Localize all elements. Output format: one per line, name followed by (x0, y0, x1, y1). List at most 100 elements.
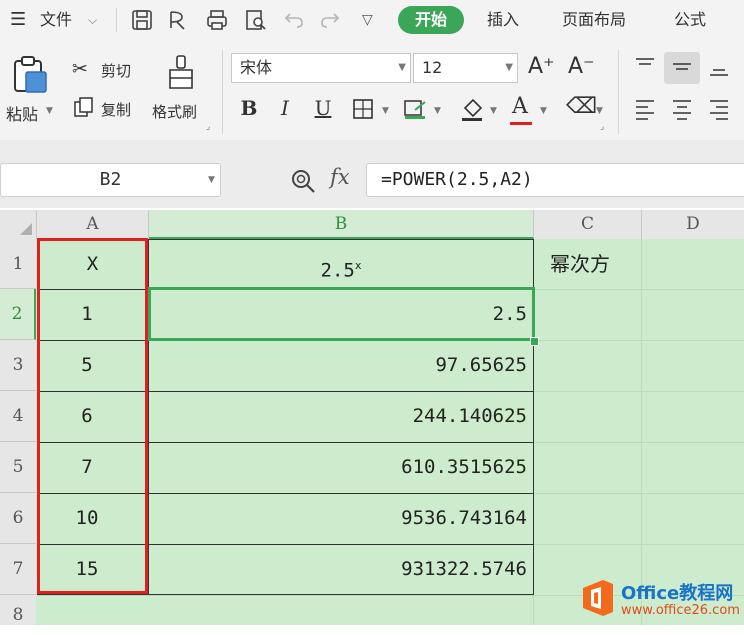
align-middle-icon (673, 63, 691, 70)
print-icon[interactable] (205, 8, 229, 32)
column-header-d[interactable]: D (642, 210, 744, 239)
gridline (534, 391, 744, 392)
formula-input[interactable]: =POWER(2.5,A2) (366, 163, 744, 197)
divider (618, 50, 619, 134)
fx-icon[interactable]: fx (330, 165, 350, 189)
paste-icon[interactable] (12, 56, 48, 94)
font-name-value: 宋体 (240, 58, 273, 77)
active-cell-outline (148, 287, 535, 341)
row-header-8[interactable]: 8 (0, 595, 36, 625)
gridline (533, 595, 534, 625)
fill-handle[interactable] (530, 337, 539, 346)
chevron-down-icon[interactable]: ▼ (490, 106, 497, 116)
menu-bar: ☰ 文件 ⌵ ▽ 开始 插入 页面布局 公式 (0, 0, 744, 40)
font-size-value: 12 (422, 58, 443, 77)
chevron-down-icon[interactable]: ▼ (505, 54, 513, 82)
align-bottom-icon[interactable] (708, 56, 730, 78)
cell-c1[interactable]: 幂次方 (550, 239, 640, 289)
chevron-down-icon[interactable]: ▼ (398, 54, 406, 82)
underline-button[interactable]: U (308, 93, 338, 123)
font-color-bar (510, 122, 532, 125)
cell-b4[interactable]: 244.140625 (149, 391, 533, 442)
cell-reference: B2 (99, 169, 122, 190)
tab-insert[interactable]: 插入 (487, 0, 519, 40)
ribbon: 粘贴 ▼ ✂ 剪切 复制 格式刷 ⌟ 宋体 ▼ 12 ▼ A⁺ A⁻ B I U… (0, 40, 744, 140)
divider (116, 8, 117, 32)
format-painter-icon[interactable] (166, 54, 196, 90)
bold-button[interactable]: B (234, 93, 264, 123)
chevron-down-icon[interactable]: ▼ (540, 106, 547, 116)
watermark: Office教程网 www.office26.com (577, 573, 743, 623)
chevron-down-icon[interactable]: ▼ (596, 106, 603, 116)
watermark-brand: Office教程网 (621, 583, 734, 604)
hamburger-icon[interactable]: ☰ (10, 0, 26, 40)
tab-formulas[interactable]: 公式 (674, 0, 706, 40)
gridline (534, 544, 744, 545)
fill-color-icon[interactable] (403, 98, 427, 120)
more-dropdown-icon[interactable]: ▽ (362, 0, 373, 40)
font-size-select[interactable]: 12 ▼ (413, 53, 518, 83)
name-box-dropdown-icon[interactable]: ▼ (208, 175, 215, 185)
eraser-icon[interactable]: ⌫ (566, 94, 597, 119)
borders-icon[interactable] (352, 98, 374, 120)
clipboard-launcher-icon[interactable]: ⌟ (206, 122, 210, 132)
decrease-font-button[interactable]: A⁻ (568, 54, 595, 79)
name-box[interactable]: B2 (0, 163, 221, 197)
bucket-fill-icon[interactable] (460, 96, 486, 122)
search-icon[interactable] (290, 168, 316, 194)
align-left-icon[interactable] (634, 98, 656, 120)
gridline (534, 340, 744, 341)
chevron-down-icon[interactable]: ▼ (382, 106, 389, 116)
select-all-corner[interactable] (0, 210, 37, 239)
save-icon[interactable] (130, 8, 154, 32)
redo-icon[interactable] (318, 8, 342, 32)
divider (222, 50, 223, 134)
format-painter-label[interactable]: 格式刷 (152, 101, 197, 122)
office-logo-icon (583, 580, 613, 616)
cell-b1[interactable]: 2.5x (149, 239, 533, 289)
gridline (534, 493, 744, 494)
cell-b5[interactable]: 610.3515625 (149, 442, 533, 493)
font-name-select[interactable]: 宋体 ▼ (231, 53, 411, 83)
align-center-icon[interactable] (671, 98, 693, 120)
row-header-1[interactable]: 1 (0, 239, 36, 289)
copy-label[interactable]: 复制 (101, 99, 131, 120)
align-top-icon[interactable] (634, 56, 656, 76)
cell-b6[interactable]: 9536.743164 (149, 493, 533, 544)
watermark-url: www.office26.com (621, 603, 740, 618)
row-header-3[interactable]: 3 (0, 340, 36, 391)
corner-triangle-icon (20, 223, 32, 235)
chevron-down-icon[interactable]: ▼ (434, 106, 441, 116)
align-middle-button[interactable] (664, 52, 700, 84)
cut-label[interactable]: 剪切 (101, 60, 131, 81)
gridline (534, 442, 744, 443)
increase-font-button[interactable]: A⁺ (528, 54, 555, 79)
cell-b1-base: 2.5 (320, 259, 355, 282)
row-header-5[interactable]: 5 (0, 442, 36, 493)
print-preview-icon[interactable] (244, 8, 268, 32)
italic-button[interactable]: I (270, 93, 300, 123)
tab-start[interactable]: 开始 (398, 6, 464, 34)
row-header-6[interactable]: 6 (0, 493, 36, 544)
tab-page-layout[interactable]: 页面布局 (562, 0, 626, 40)
font-launcher-icon[interactable]: ⌟ (600, 122, 604, 132)
file-menu[interactable]: 文件 (40, 0, 72, 40)
font-color-icon[interactable]: A (512, 94, 528, 119)
export-pdf-icon[interactable] (166, 8, 190, 32)
scissors-icon[interactable]: ✂ (72, 58, 88, 80)
row-header-7[interactable]: 7 (0, 544, 36, 595)
highlight-box (37, 238, 148, 594)
row-header-2[interactable]: 2 (0, 289, 36, 340)
row-header-4[interactable]: 4 (0, 391, 36, 442)
undo-icon[interactable] (282, 8, 306, 32)
align-right-icon[interactable] (708, 98, 730, 120)
cell-b7[interactable]: 931322.5746 (149, 544, 533, 595)
copy-icon[interactable] (74, 97, 94, 117)
cell-b3[interactable]: 97.65625 (149, 340, 533, 391)
paste-dropdown-icon[interactable]: ▼ (46, 106, 53, 116)
column-header-c[interactable]: C (534, 210, 642, 239)
paste-label[interactable]: 粘贴 (6, 101, 38, 125)
column-header-b[interactable]: B (149, 210, 534, 239)
chevron-down-icon[interactable]: ⌵ (88, 0, 97, 40)
column-header-a[interactable]: A (37, 210, 149, 239)
